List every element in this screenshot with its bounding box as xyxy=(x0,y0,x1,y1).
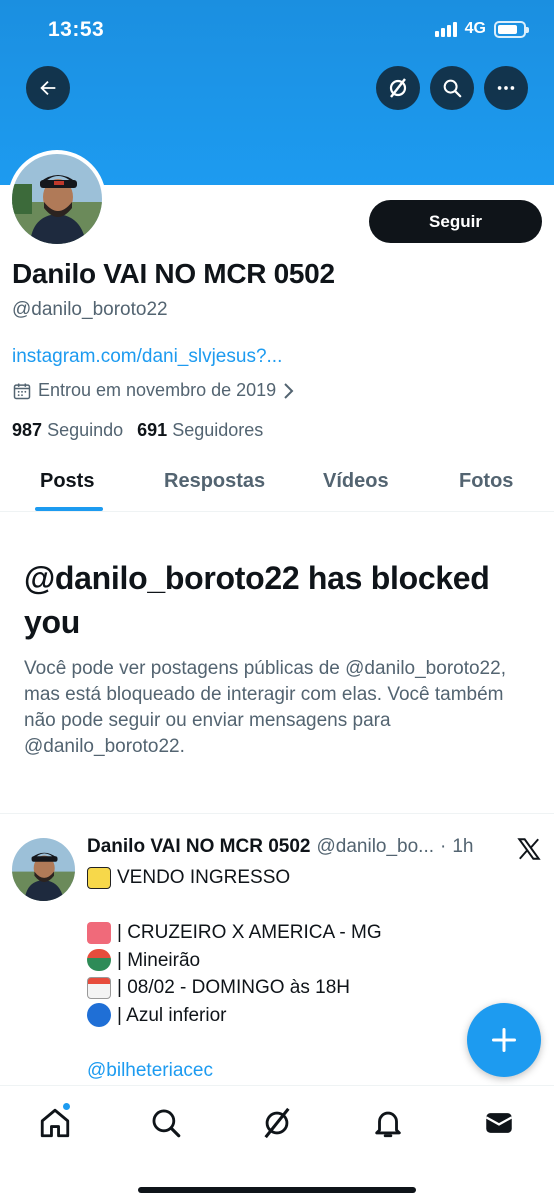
followers-label: Seguidores xyxy=(172,420,264,440)
search-icon[interactable] xyxy=(149,1106,183,1140)
following-link[interactable]: 987 Seguindo xyxy=(12,420,123,441)
status-time: 13:53 xyxy=(48,18,105,41)
post-line-text: | 08/02 - DOMINGO às 18H xyxy=(117,977,351,998)
profile-tabs: Posts Respostas Vídeos Fotos xyxy=(0,460,554,512)
calendar-emoji xyxy=(87,976,111,999)
profile-avatar[interactable] xyxy=(8,150,106,248)
grok-icon xyxy=(389,78,407,98)
post-line-text: | CRUZEIRO X AMERICA - MG xyxy=(117,922,382,943)
ticket-emoji xyxy=(87,866,111,889)
joined-label: Entrou em novembro de 2019 xyxy=(38,380,277,400)
home-notification-dot xyxy=(62,1102,71,1111)
follow-button[interactable]: Seguir xyxy=(369,200,542,243)
post-time: 1h xyxy=(452,836,474,857)
blue-circle-emoji xyxy=(87,1003,111,1028)
blocked-description: Você pode ver postagens públicas de @dan… xyxy=(24,658,506,757)
post-line: VENDO INGRESSO xyxy=(87,864,527,892)
tab-photos[interactable]: Fotos xyxy=(459,470,513,493)
following-count: 987 xyxy=(12,420,43,440)
avatar-image xyxy=(12,154,102,244)
messages-icon[interactable] xyxy=(482,1106,516,1140)
post-author-name[interactable]: Danilo VAI NO MCR 0502 xyxy=(87,836,310,858)
post-line: | Azul inferior xyxy=(87,1002,527,1030)
post-avatar[interactable] xyxy=(12,838,75,901)
tab-videos[interactable]: Vídeos xyxy=(323,470,389,493)
notifications-icon[interactable] xyxy=(371,1106,405,1140)
network-label: 4G xyxy=(464,20,486,37)
stadium-emoji xyxy=(87,949,111,972)
plus-icon xyxy=(491,1027,517,1053)
status-indicators: 4G xyxy=(434,20,529,38)
active-tab-indicator xyxy=(35,507,103,511)
post-line: | 08/02 - DOMINGO às 18H xyxy=(87,974,527,1002)
back-arrow-icon xyxy=(40,80,56,96)
display-name: Danilo VAI NO MCR 0502 xyxy=(12,258,335,289)
x-logo-icon xyxy=(517,838,541,860)
compose-button[interactable] xyxy=(467,1003,541,1077)
post-mention[interactable]: @bilheteriacec xyxy=(87,1057,527,1085)
post-line-text: VENDO INGRESSO xyxy=(117,867,291,888)
post-line: | CRUZEIRO X AMERICA - MG xyxy=(87,919,527,947)
follow-counts: 987 Seguindo 691 Seguidores xyxy=(12,420,263,441)
followers-count: 691 xyxy=(137,420,168,440)
tab-replies[interactable]: Respostas xyxy=(164,470,265,493)
back-button[interactable] xyxy=(26,66,70,110)
following-label: Seguindo xyxy=(47,420,124,440)
blocked-title: @danilo_boroto22 has blocked you xyxy=(24,560,490,640)
profile-handle: @danilo_boroto22 xyxy=(12,299,168,320)
signal-icon xyxy=(434,21,457,37)
grok-button[interactable] xyxy=(376,66,420,110)
grok-icon[interactable] xyxy=(260,1106,294,1140)
post-header: Danilo VAI NO MCR 0502 @danilo_bo... · 1… xyxy=(87,836,507,858)
post-line-text: | Mineirão xyxy=(117,949,201,971)
admit-one-ticket-emoji xyxy=(87,921,111,944)
divider xyxy=(0,813,554,814)
status-bar: 13:53 4G xyxy=(0,0,554,60)
more-options-button[interactable] xyxy=(484,66,528,110)
followers-link[interactable]: 691 Seguidores xyxy=(137,420,263,441)
calendar-icon xyxy=(13,383,31,399)
post-separator: · xyxy=(440,836,447,857)
search-icon xyxy=(443,79,462,98)
post-body: VENDO INGRESSO | CRUZEIRO X AMERICA - MG… xyxy=(87,864,527,1084)
joined-date[interactable]: Entrou em novembro de 2019 xyxy=(12,380,296,401)
bottom-navigation xyxy=(0,1085,554,1200)
battery-icon xyxy=(494,20,529,38)
post-line-text: | Azul inferior xyxy=(117,1004,227,1026)
home-indicator xyxy=(138,1187,416,1193)
post-author-handle[interactable]: @danilo_bo... xyxy=(316,836,434,858)
more-icon xyxy=(497,86,515,90)
home-icon[interactable] xyxy=(38,1106,72,1140)
tab-posts[interactable]: Posts xyxy=(40,470,94,493)
post-line: | Mineirão xyxy=(87,947,527,975)
search-button[interactable] xyxy=(430,66,474,110)
profile-link[interactable]: instagram.com/dani_slvjesus?... xyxy=(12,346,282,368)
chevron-right-icon xyxy=(284,382,294,399)
